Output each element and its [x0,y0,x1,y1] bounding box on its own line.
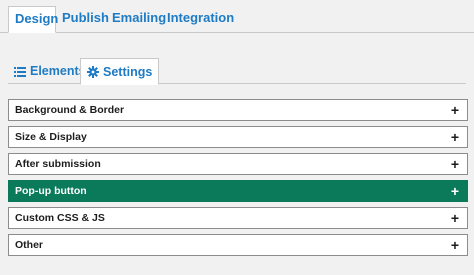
section-other[interactable]: Other + [8,234,468,256]
section-background-border[interactable]: Background & Border + [8,99,468,121]
tab-settings-label: Settings [103,64,153,79]
expand-icon[interactable]: + [449,130,461,144]
top-tab-bar: Design Publish Emailing Integration [0,0,474,33]
section-label: Pop-up button [15,185,87,197]
tab-design[interactable]: Design [8,6,58,33]
tab-elements-label: Elements [30,64,86,78]
section-label: Custom CSS & JS [15,212,105,224]
expand-icon[interactable]: + [449,157,461,171]
section-size-display[interactable]: Size & Display + [8,126,468,148]
section-custom-css-js[interactable]: Custom CSS & JS + [8,207,468,229]
expand-icon[interactable]: + [449,103,461,117]
expand-icon[interactable]: + [449,211,461,225]
section-after-submission[interactable]: After submission + [8,153,468,175]
tab-integration[interactable]: Integration [161,6,240,33]
tab-settings[interactable]: Settings [80,58,160,85]
section-label: Background & Border [15,104,125,116]
section-label: After submission [15,158,101,170]
section-label: Other [15,239,44,251]
expand-icon[interactable]: + [449,238,461,252]
section-label: Size & Display [15,131,87,143]
list-icon [14,65,26,77]
section-popup-button[interactable]: Pop-up button + [8,180,468,202]
expand-icon[interactable]: + [449,184,461,198]
sub-tab-bar: Elements Settings [8,58,466,85]
gear-icon [87,65,99,78]
